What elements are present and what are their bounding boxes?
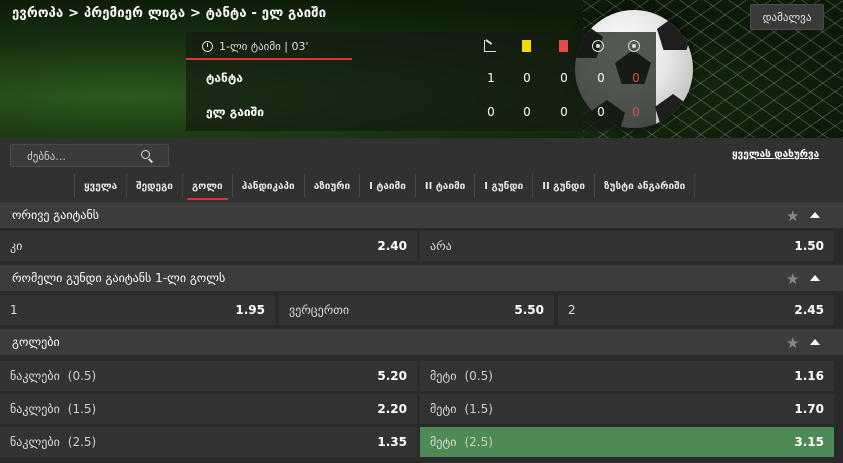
corner-icon — [484, 40, 496, 52]
yellow-card-icon — [522, 40, 531, 52]
odd-button[interactable]: ნაკლები (1.5) 2.20 — [0, 394, 417, 424]
penalty-icon — [592, 40, 604, 52]
odd-price: 2.20 — [377, 402, 407, 416]
market-header-first-goal[interactable]: რომელი გუნდი გაიტანს 1-ლი გოლს ★ — [0, 265, 843, 291]
odd-price: 3.15 — [794, 435, 824, 449]
odd-price: 1.35 — [377, 435, 407, 449]
away-yellow-cards: 0 — [523, 105, 531, 119]
search-input[interactable] — [11, 146, 131, 167]
home-stat-4: 0 — [597, 71, 605, 85]
favorite-star-icon[interactable]: ★ — [786, 270, 799, 288]
tab-team-1[interactable]: I გუნდი — [475, 174, 534, 198]
breadcrumb: ევროპა > პრემიერ ლიგა > ტანტა - ელ გაიში — [12, 6, 327, 21]
market-header-both-score[interactable]: ორივე გაიტანს ★ — [0, 202, 843, 228]
tab-handicap[interactable]: ჰანდიკაპი — [233, 174, 305, 198]
collapse-chevron-icon[interactable] — [810, 212, 820, 218]
home-stat-5: 0 — [632, 71, 640, 85]
home-yellow-cards: 0 — [523, 71, 531, 85]
home-score: 1 — [487, 71, 495, 85]
odd-button[interactable]: ვერცერთი 5.50 — [279, 295, 554, 325]
tab-result[interactable]: შედეგი — [127, 174, 183, 198]
tab-goals[interactable]: გოლი — [183, 174, 233, 200]
odd-label: მეტი — [430, 369, 457, 383]
red-card-icon — [559, 40, 568, 52]
odd-button[interactable]: მეტი (1.5) 1.70 — [420, 394, 834, 424]
period-underline — [186, 58, 352, 60]
odd-label: არა — [430, 239, 452, 253]
odd-label: 1 — [10, 303, 18, 317]
tab-all[interactable]: ყველა — [74, 174, 128, 198]
match-header: ევროპა > პრემიერ ლიგა > ტანტა - ელ გაიში… — [0, 0, 843, 138]
scoreboard: 1-ლი ტაიმი | 03' ტანტა 1 0 0 0 0 ელ გაიშ… — [186, 32, 656, 131]
odd-label: ნაკლები — [10, 402, 60, 416]
stat-icons-row — [186, 40, 656, 56]
odd-button[interactable]: კი 2.40 — [0, 231, 417, 261]
odd-label: 2 — [568, 303, 576, 317]
odd-price: 2.40 — [377, 239, 407, 253]
home-red-cards: 0 — [560, 71, 568, 85]
search-box[interactable] — [10, 144, 169, 167]
away-stat-5: 0 — [632, 105, 640, 119]
away-team-name: ელ გაიში — [206, 105, 264, 119]
odd-price: 2.45 — [794, 303, 824, 317]
odd-price: 5.50 — [514, 303, 544, 317]
odd-price: 1.50 — [794, 239, 824, 253]
odd-price: 1.16 — [794, 369, 824, 383]
odd-line: (1.5) — [464, 402, 493, 416]
tab-correct-score[interactable]: ზუსტი ანგარიში — [595, 174, 696, 198]
odd-button[interactable]: მეტი (0.5) 1.16 — [420, 361, 834, 391]
odd-label: ვერცერთი — [289, 303, 350, 317]
favorite-star-icon[interactable]: ★ — [786, 334, 799, 352]
tab-team-2[interactable]: II გუნდი — [533, 174, 596, 198]
odd-label: ნაკლები — [10, 369, 60, 383]
market-tabs: ყველა შედეგი გოლი ჰანდიკაპი აზიური I ტაი… — [0, 174, 843, 202]
odd-line: (0.5) — [67, 369, 97, 383]
market-controls: ყველას დახურვა ყველა შედეგი გოლი ჰანდიკა… — [0, 138, 843, 202]
odd-button[interactable]: 1 1.95 — [0, 295, 275, 325]
collapse-chevron-icon[interactable] — [810, 339, 820, 345]
hide-button[interactable]: დამალვა — [750, 4, 824, 30]
odd-price: 5.20 — [377, 369, 407, 383]
odd-line: (0.5) — [464, 369, 493, 383]
odd-line: (2.5) — [67, 435, 97, 449]
odd-button[interactable]: ნაკლები (0.5) 5.20 — [0, 361, 417, 391]
market-title: ორივე გაიტანს — [12, 208, 100, 222]
tab-first-half[interactable]: I ტაიმი — [360, 174, 416, 198]
odd-button[interactable]: ნაკლები (2.5) 1.35 — [0, 427, 417, 457]
search-icon[interactable] — [141, 150, 150, 159]
away-stat-4: 0 — [597, 105, 605, 119]
market-title: რომელი გუნდი გაიტანს 1-ლი გოლს — [12, 271, 226, 285]
odd-label: კი — [10, 239, 23, 253]
odd-button[interactable]: 2 2.45 — [558, 295, 834, 325]
favorite-star-icon[interactable]: ★ — [786, 207, 799, 225]
market-title: გოლები — [12, 335, 60, 349]
home-team-name: ტანტა — [206, 71, 243, 85]
close-all-link[interactable]: ყველას დახურვა — [732, 149, 819, 160]
tab-second-half[interactable]: II ტაიმი — [416, 174, 476, 198]
odd-button-selected[interactable]: მეტი (2.5) 3.15 — [420, 427, 834, 457]
odd-price: 1.95 — [235, 303, 265, 317]
goal-icon — [628, 40, 640, 52]
odd-label: მეტი — [430, 402, 457, 416]
market-header-goals[interactable]: გოლები ★ — [0, 329, 843, 355]
odd-label: ნაკლები — [10, 435, 60, 449]
away-score: 0 — [487, 105, 495, 119]
odd-line: (1.5) — [67, 402, 97, 416]
collapse-chevron-icon[interactable] — [810, 275, 820, 281]
odd-line: (2.5) — [464, 435, 493, 449]
odd-price: 1.70 — [794, 402, 824, 416]
away-red-cards: 0 — [560, 105, 568, 119]
odd-label: მეტი — [430, 435, 457, 449]
odd-button[interactable]: არა 1.50 — [420, 231, 834, 261]
tab-asian[interactable]: აზიური — [305, 174, 361, 198]
